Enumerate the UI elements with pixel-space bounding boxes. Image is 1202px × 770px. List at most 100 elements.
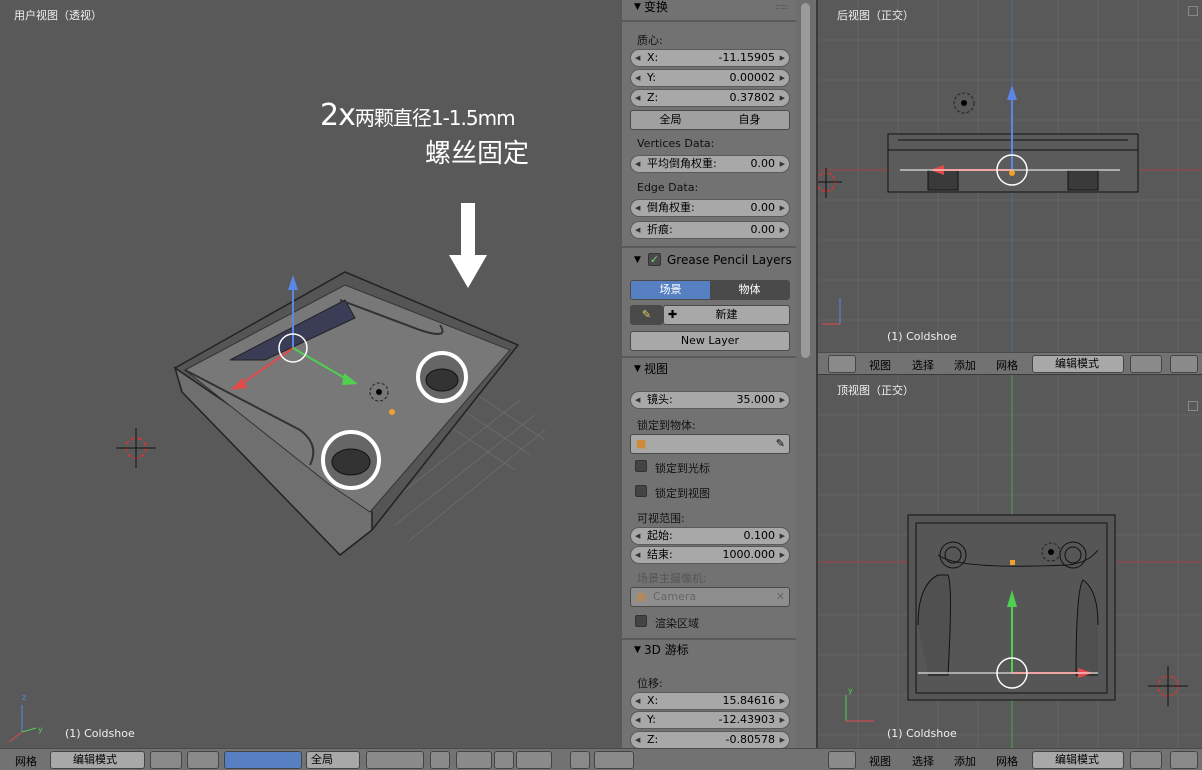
cursor-header[interactable]: ▼ 3D 游标: [622, 640, 796, 660]
mode-dropdown[interactable]: 编辑模式: [1032, 751, 1124, 769]
view-header[interactable]: ▼ 视图: [622, 359, 796, 379]
menu-select[interactable]: 选择: [912, 357, 934, 373]
right-arrow-icon: ▶: [779, 532, 785, 540]
editor-type-dropdown[interactable]: [828, 751, 856, 769]
separator: [622, 20, 796, 22]
snap-target-dropdown[interactable]: [516, 751, 552, 769]
close-icon[interactable]: ✕: [776, 588, 785, 606]
left-arrow-icon: ◀: [635, 54, 641, 62]
global-button[interactable]: 全局: [631, 111, 710, 129]
menu-view[interactable]: 视图: [869, 357, 891, 373]
menu-mesh[interactable]: 网格: [996, 357, 1018, 373]
svg-text:y: y: [38, 725, 43, 734]
lock-cursor-checkbox[interactable]: [635, 460, 647, 472]
lock-view-label: 锁定到视图: [655, 487, 710, 500]
select-mode-buttons[interactable]: [366, 751, 424, 769]
plus-icon: ✚: [668, 308, 678, 321]
field-value: 0.00: [750, 223, 776, 236]
pivot-dropdown[interactable]: [150, 751, 182, 769]
user-viewport[interactable]: z y 用户视图（透视） 2x两颗直径1-1.5mm 螺丝固定 (1) Cold…: [0, 0, 622, 748]
new-layer-button[interactable]: New Layer: [630, 331, 790, 351]
manipulator-dropdown[interactable]: [187, 751, 219, 769]
add-view-icon[interactable]: [1188, 401, 1198, 411]
field-value: 1000.000: [722, 548, 776, 561]
field-value: 0.100: [743, 529, 776, 542]
render-border-label: 渲染区域: [655, 617, 699, 630]
cursor-y-field[interactable]: ◀ Y: -12.43903 ▶: [630, 711, 790, 729]
pencil-dropdown[interactable]: ✎: [630, 305, 663, 325]
transform-tools[interactable]: [224, 751, 302, 769]
camera-label: Camera: [653, 590, 697, 603]
editor-type-dropdown[interactable]: [828, 355, 856, 373]
menu-add[interactable]: 添加: [954, 753, 976, 769]
copy-button[interactable]: [570, 751, 590, 769]
new-button[interactable]: ✚ 新建: [663, 305, 790, 325]
scene-camera-label: 场景主摄像机:: [637, 572, 707, 585]
right-arrow-icon: ▶: [779, 396, 785, 404]
mode-dropdown[interactable]: 编辑模式: [50, 751, 145, 769]
transform-header[interactable]: ▼ 变换: [622, 0, 796, 17]
field-label: Y:: [647, 71, 656, 84]
median-label: 质心:: [637, 34, 663, 47]
object-button[interactable]: 物体: [710, 281, 789, 299]
pencil-icon: ✎: [641, 308, 652, 321]
clip-end-field[interactable]: ◀ 结束: 1000.000 ▶: [630, 546, 790, 564]
render-border-checkbox[interactable]: [635, 615, 647, 627]
mean-bevel-weight-field[interactable]: ◀ 平均倒角权重: 0.00 ▶: [630, 155, 790, 173]
collapse-icon: ▼: [634, 645, 641, 655]
scene-button[interactable]: 场景: [631, 281, 710, 299]
median-y-field[interactable]: ◀ Y: 0.00002 ▶: [630, 69, 790, 87]
panel-scrollbar[interactable]: [796, 0, 816, 748]
left-arrow-icon: ◀: [635, 160, 641, 168]
pivot-dropdown[interactable]: [1130, 355, 1162, 373]
new-label: 新建: [715, 308, 738, 321]
camera-field[interactable]: ■ Camera ✕: [630, 587, 790, 607]
orientation-dropdown[interactable]: 全局: [306, 751, 360, 769]
top-viewport[interactable]: y 顶视图（正交） (1) Coldshoe: [818, 375, 1202, 748]
grease-pencil-header[interactable]: ▼ ✓ Grease Pencil Layers: [622, 250, 796, 270]
occlude-button[interactable]: [430, 751, 450, 769]
menu-mesh[interactable]: 网格: [15, 753, 37, 769]
pivot-dropdown[interactable]: [1130, 751, 1162, 769]
right-arrow-icon: ▶: [779, 204, 785, 212]
right-arrow-icon: ▶: [779, 94, 785, 102]
proportional-dropdown[interactable]: [456, 751, 492, 769]
field-value: -12.43903: [718, 713, 775, 726]
lock-view-checkbox[interactable]: [635, 485, 647, 497]
menu-select[interactable]: 选择: [912, 753, 934, 769]
right-arrow-icon: ▶: [779, 74, 785, 82]
menu-add[interactable]: 添加: [954, 357, 976, 373]
bevel-weight-field[interactable]: ◀ 倒角权重: 0.00 ▶: [630, 199, 790, 217]
left-arrow-icon: ◀: [635, 532, 641, 540]
back-view-header: 视图 选择 添加 网格 编辑模式: [818, 352, 1202, 374]
collapse-icon: ▼: [634, 255, 641, 265]
median-z-field[interactable]: ◀ Z: 0.37802 ▶: [630, 89, 790, 107]
menu-mesh[interactable]: 网格: [996, 753, 1018, 769]
left-arrow-icon: ◀: [635, 716, 641, 724]
local-button[interactable]: 自身: [710, 111, 789, 129]
render-buttons[interactable]: [594, 751, 634, 769]
lens-field[interactable]: ◀ 镜头: 35.000 ▶: [630, 391, 790, 409]
cube-icon: ■: [636, 437, 647, 450]
back-viewport[interactable]: 后视图（正交） (1) Coldshoe: [818, 0, 1202, 352]
manipulator-dropdown[interactable]: [1170, 751, 1198, 769]
median-x-field[interactable]: ◀ X: -11.15905 ▶: [630, 49, 790, 67]
manipulator-dropdown[interactable]: [1170, 355, 1198, 373]
grip-icon[interactable]: [776, 5, 788, 9]
grease-title: Grease Pencil Layers: [667, 253, 792, 267]
lock-object-field[interactable]: ■ ✎: [630, 434, 790, 454]
crease-field[interactable]: ◀ 折痕: 0.00 ▶: [630, 221, 790, 239]
cursor-x-field[interactable]: ◀ X: 15.84616 ▶: [630, 692, 790, 710]
cursor-z-field[interactable]: ◀ Z: -0.80578 ▶: [630, 731, 790, 748]
left-arrow-icon: ◀: [635, 204, 641, 212]
menu-view[interactable]: 视图: [869, 753, 891, 769]
add-view-icon[interactable]: [1188, 6, 1198, 16]
annotation-line1: 2x两颗直径1-1.5mm: [320, 98, 516, 133]
snap-button[interactable]: [494, 751, 514, 769]
mode-dropdown[interactable]: 编辑模式: [1032, 355, 1124, 373]
field-label: 起始:: [647, 529, 673, 542]
eyedropper-icon[interactable]: ✎: [776, 435, 785, 453]
clip-start-field[interactable]: ◀ 起始: 0.100 ▶: [630, 527, 790, 545]
grease-checkbox[interactable]: ✓: [648, 253, 661, 266]
scrollbar-thumb[interactable]: [801, 3, 810, 358]
